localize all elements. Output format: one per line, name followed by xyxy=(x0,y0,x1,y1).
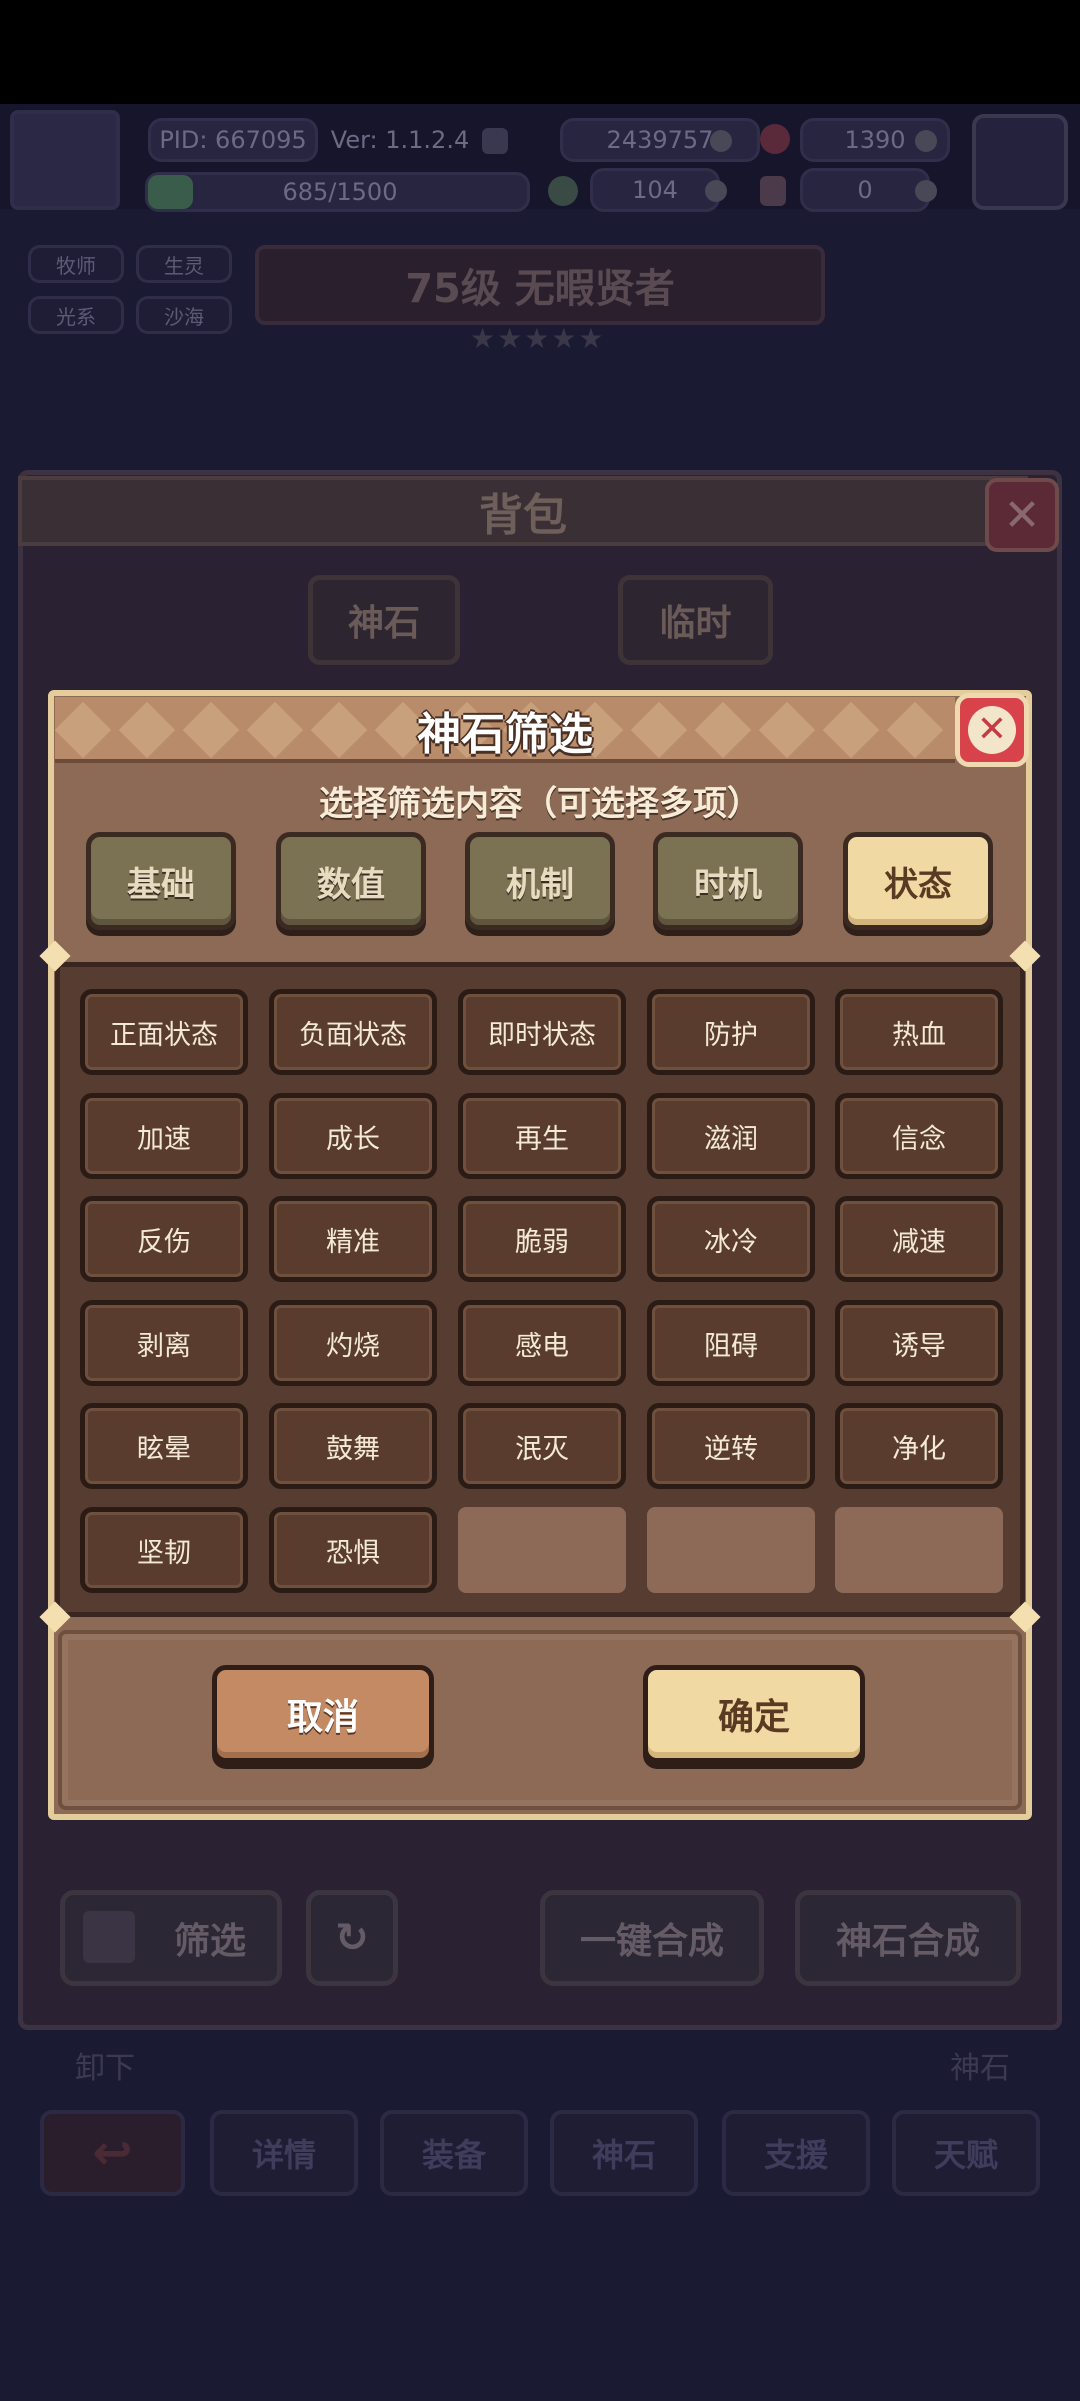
filter-tag[interactable]: 脆弱 xyxy=(458,1196,626,1282)
rank-stars-icon: ★★★★★ xyxy=(470,322,606,355)
xp-text: 685/1500 xyxy=(282,178,398,206)
filter-tag[interactable]: 精准 xyxy=(269,1196,437,1282)
grid-icon xyxy=(83,1911,135,1963)
dialog-footer xyxy=(58,1630,1022,1810)
category-mechanic[interactable]: 机制 xyxy=(465,832,615,930)
category-basic[interactable]: 基础 xyxy=(86,832,236,930)
dialog-title: 神石筛选 xyxy=(417,709,593,760)
filter-tag[interactable]: 减速 xyxy=(835,1196,1003,1282)
tag-priest: 牧师 xyxy=(28,245,124,283)
stone-merge-button[interactable]: 神石合成 xyxy=(795,1890,1021,1986)
category-numeric[interactable]: 数值 xyxy=(276,832,426,930)
close-icon: ✕ xyxy=(968,706,1016,754)
tag-light: 光系 xyxy=(28,296,124,334)
one-click-merge-button[interactable]: 一键合成 xyxy=(540,1890,764,1986)
filter-tag[interactable]: 冰冷 xyxy=(647,1196,815,1282)
potion-icon xyxy=(760,176,786,206)
filter-tag[interactable]: 即时状态 xyxy=(458,989,626,1075)
filter-tag[interactable]: 泯灭 xyxy=(458,1403,626,1489)
empty-slot xyxy=(458,1507,626,1593)
ruby-icon xyxy=(760,124,790,154)
rank-banner: 75级 无暇贤者 xyxy=(255,245,825,325)
empty-slot xyxy=(835,1507,1003,1593)
tag-desert: 沙海 xyxy=(136,296,232,334)
filter-tag[interactable]: 恐惧 xyxy=(269,1507,437,1593)
settings-gear-icon[interactable] xyxy=(972,114,1068,210)
version-label: Ver: 1.1.2.4 xyxy=(330,126,470,154)
filter-tag[interactable]: 鼓舞 xyxy=(269,1403,437,1489)
status-bar xyxy=(0,0,1080,104)
filter-tag[interactable]: 感电 xyxy=(458,1300,626,1386)
filter-tag[interactable]: 加速 xyxy=(80,1093,248,1179)
nav-equipment[interactable]: 装备 xyxy=(380,2110,528,2196)
backpack-close-button[interactable]: ✕ xyxy=(985,478,1059,552)
filter-tag[interactable]: 热血 xyxy=(835,989,1003,1075)
filter-tag[interactable]: 净化 xyxy=(835,1403,1003,1489)
filter-tag[interactable]: 再生 xyxy=(458,1093,626,1179)
filter-tag[interactable]: 诱导 xyxy=(835,1300,1003,1386)
empty-slot xyxy=(647,1507,815,1593)
filter-button-label: 筛选 xyxy=(173,1921,246,1962)
clover-value: 104 xyxy=(590,168,720,212)
pid-label: PID: 667095 xyxy=(148,118,318,162)
cancel-button[interactable]: 取消 xyxy=(212,1665,434,1763)
gem-icon xyxy=(915,130,937,152)
stone-label: 神石 xyxy=(950,2051,1010,2086)
filter-tag[interactable]: 滋润 xyxy=(647,1093,815,1179)
filter-tag[interactable]: 逆转 xyxy=(647,1403,815,1489)
gold-icon xyxy=(710,130,732,152)
filter-tag[interactable]: 防护 xyxy=(647,989,815,1075)
back-button[interactable]: ↩ xyxy=(40,2110,185,2196)
nav-support[interactable]: 支援 xyxy=(722,2110,870,2196)
potion-coin-icon xyxy=(915,180,937,202)
clover-coin-icon xyxy=(705,180,727,202)
xp-fill xyxy=(148,175,194,209)
dialog-close-button[interactable]: ✕ xyxy=(955,693,1029,767)
refresh-icon[interactable]: ↻ xyxy=(306,1890,398,1986)
filter-tag[interactable]: 反伤 xyxy=(80,1196,248,1282)
filter-tag[interactable]: 信念 xyxy=(835,1093,1003,1179)
filter-tag[interactable]: 灼烧 xyxy=(269,1300,437,1386)
tag-creature: 生灵 xyxy=(136,245,232,283)
nav-details[interactable]: 详情 xyxy=(210,2110,358,2196)
dialog-subtitle: 选择筛选内容（可选择多项） xyxy=(319,783,761,824)
nav-talent[interactable]: 天赋 xyxy=(892,2110,1040,2196)
filter-tag[interactable]: 剥离 xyxy=(80,1300,248,1386)
filter-tag[interactable]: 眩晕 xyxy=(80,1403,248,1489)
filter-tag[interactable]: 正面状态 xyxy=(80,989,248,1075)
filter-tag[interactable]: 阻碍 xyxy=(647,1300,815,1386)
tab-stones[interactable]: 神石 xyxy=(308,575,460,665)
filter-tag[interactable]: 坚韧 xyxy=(80,1507,248,1593)
potion-value: 0 xyxy=(800,168,930,212)
category-status[interactable]: 状态 xyxy=(843,832,993,930)
tab-temporary[interactable]: 临时 xyxy=(618,575,773,665)
confirm-button[interactable]: 确定 xyxy=(643,1665,865,1763)
category-timing[interactable]: 时机 xyxy=(653,832,803,930)
filter-tag[interactable]: 负面状态 xyxy=(269,989,437,1075)
unequip-button[interactable]: 卸下 xyxy=(50,2040,160,2090)
clover-icon xyxy=(548,176,578,206)
backpack-title: 背包 xyxy=(18,476,1028,546)
avatar[interactable] xyxy=(10,110,120,210)
copy-icon[interactable] xyxy=(482,128,508,154)
nav-stones[interactable]: 神石 xyxy=(550,2110,698,2196)
filter-tag[interactable]: 成长 xyxy=(269,1093,437,1179)
filter-button[interactable]: 筛选 xyxy=(60,1890,282,1986)
